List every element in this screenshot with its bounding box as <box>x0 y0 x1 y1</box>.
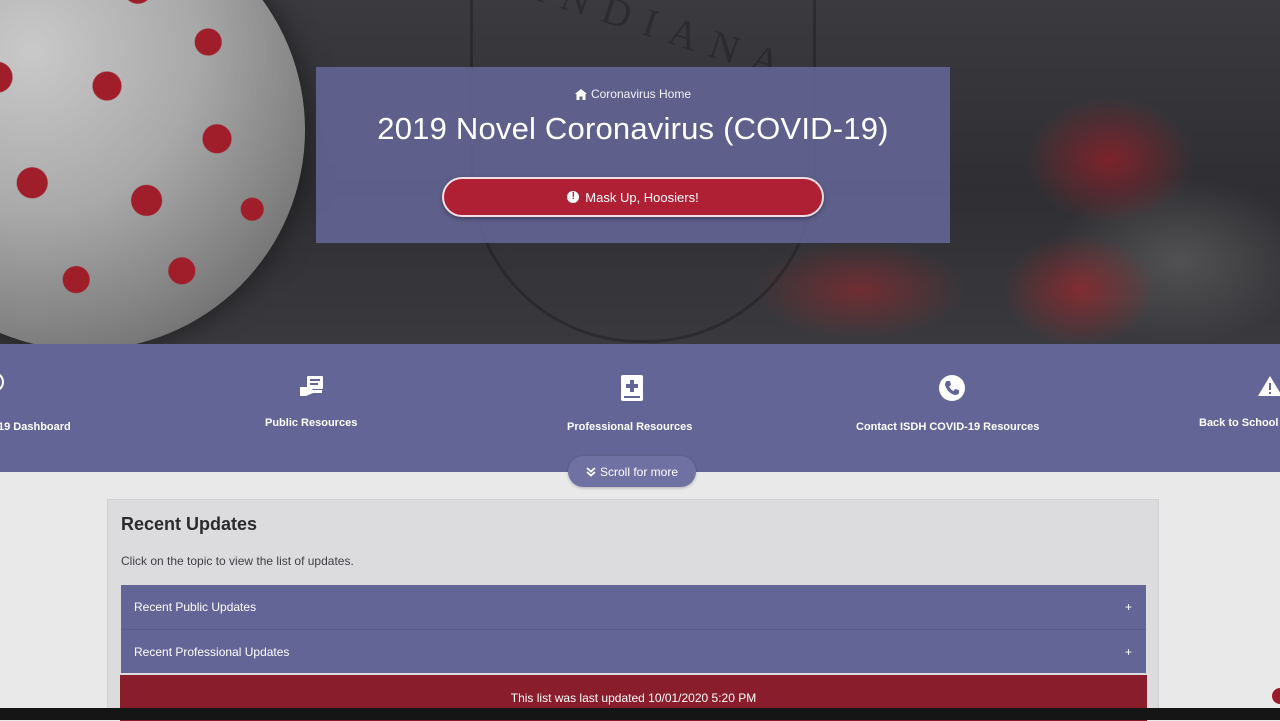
nav-item-contact-isdh[interactable]: Contact ISDH COVID-19 Resources <box>850 344 1055 472</box>
hero-banner: INDIANA Coronavirus Home 2019 Novel Coro… <box>0 0 1280 344</box>
scroll-for-more-button[interactable]: Scroll for more <box>568 456 696 487</box>
nav-label-dashboard: 19 Dashboard <box>0 421 71 433</box>
accordion-public-updates[interactable]: Recent Public Updates + <box>121 585 1146 629</box>
recent-updates-title: Recent Updates <box>121 514 258 534</box>
resource-nav: 19 Dashboard Public Resources Profession… <box>0 344 1280 472</box>
warning-icon <box>1258 376 1280 396</box>
recent-updates-panel: Recent Updates Click on the topic to vie… <box>107 499 1159 721</box>
public-resources-icon <box>300 376 323 396</box>
nav-label-professional-resources: Professional Resources <box>567 421 693 433</box>
nav-item-back-to-school[interactable]: Back to School <box>1195 344 1280 472</box>
home-icon <box>574 88 587 100</box>
nav-label-public-resources: Public Resources <box>265 417 358 429</box>
nav-item-public-resources[interactable]: Public Resources <box>253 344 373 472</box>
double-chevron-down-icon <box>586 466 596 477</box>
phone-icon <box>939 375 965 401</box>
recent-updates-hint: Click on the topic to view the list of u… <box>121 554 354 568</box>
accordion-public-updates-label: Recent Public Updates <box>134 600 257 614</box>
nav-label-contact-isdh: Contact ISDH COVID-19 Resources <box>856 421 1040 433</box>
medical-book-icon <box>621 375 643 401</box>
nav-item-dashboard[interactable]: 19 Dashboard <box>0 344 90 472</box>
scroll-for-more-label: Scroll for more <box>599 464 679 479</box>
nav-item-professional-resources[interactable]: Professional Resources <box>565 344 700 472</box>
nav-label-back-to-school: Back to School <box>1199 417 1279 429</box>
hero-card: Coronavirus Home 2019 Novel Coronavirus … <box>316 67 950 243</box>
virus-image <box>0 0 305 344</box>
mask-up-label: Mask Up, Hoosiers! <box>585 189 699 205</box>
mask-up-button[interactable]: ! Mask Up, Hoosiers! <box>442 177 824 217</box>
page-title: 2019 Novel Coronavirus (COVID-19) <box>377 111 889 146</box>
last-updated-text: This list was last updated 10/01/2020 5:… <box>510 691 757 705</box>
expand-icon[interactable]: + <box>1125 645 1132 659</box>
accordion-professional-updates[interactable]: Recent Professional Updates + <box>121 629 1146 673</box>
info-icon <box>0 374 4 390</box>
screen-bottom-bar <box>0 708 1280 720</box>
breadcrumb-label[interactable]: Coronavirus Home <box>591 87 691 101</box>
breadcrumb[interactable]: Coronavirus Home <box>316 87 950 101</box>
expand-icon[interactable]: + <box>1125 600 1132 614</box>
accordion-professional-updates-label: Recent Professional Updates <box>134 644 290 659</box>
exclamation-icon: ! <box>567 191 580 203</box>
chat-launcher-icon[interactable] <box>1272 688 1280 704</box>
